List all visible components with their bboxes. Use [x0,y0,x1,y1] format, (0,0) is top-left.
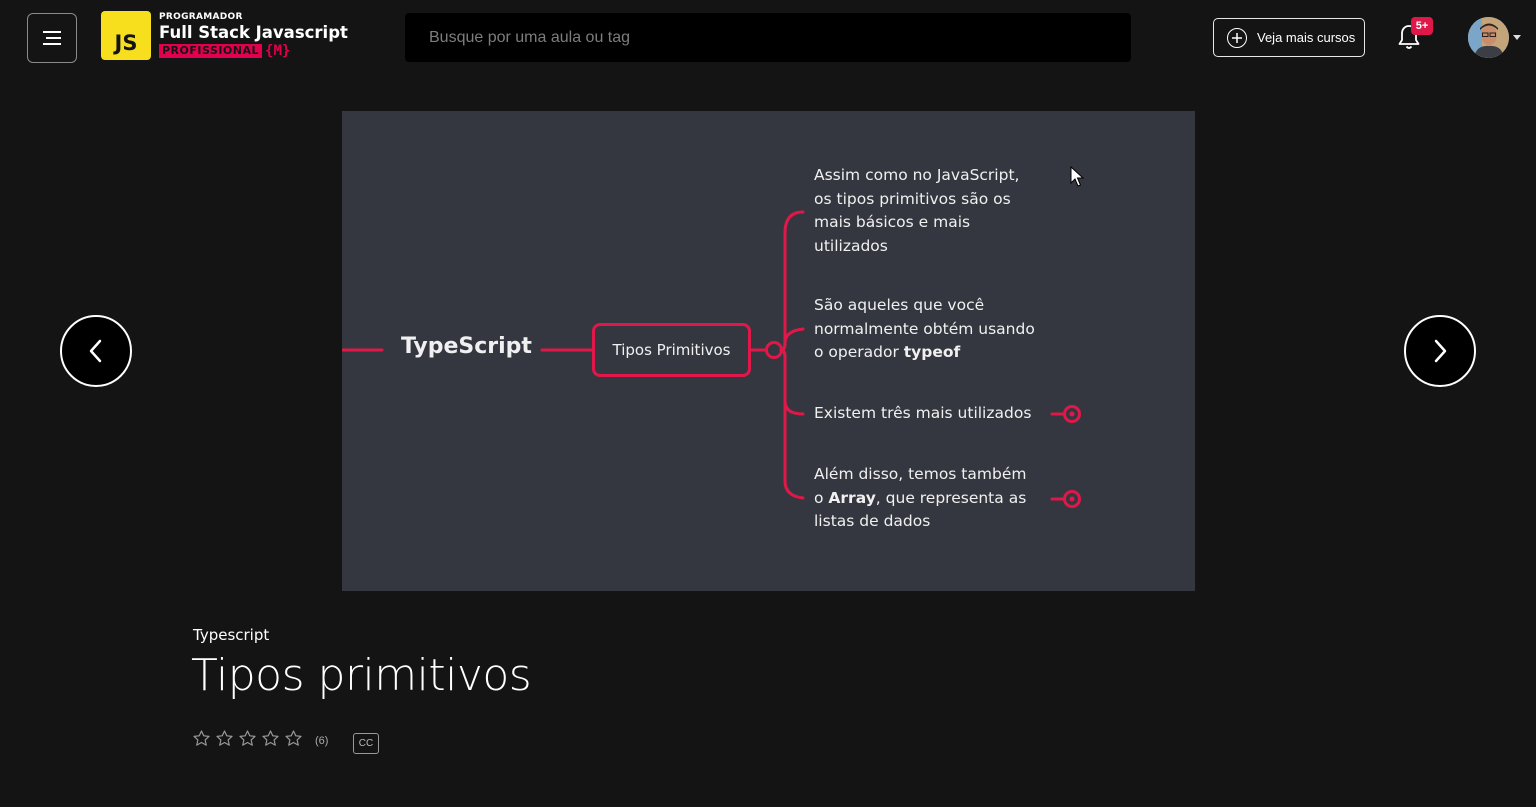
logo-top-line: PROGRAMADOR [159,12,243,22]
course-name[interactable]: Typescript [193,626,269,644]
logo-js-badge: JS [101,11,151,60]
slide-branch-4-prefix: o [814,488,829,507]
slide-branch-3: Existem três mais utilizados [814,402,1031,426]
slide-node-box: Tipos Primitivos [592,323,751,377]
slide-branch-2-prefix: o operador [814,343,904,361]
star-icon[interactable] [238,729,257,748]
hamburger-menu-icon [43,31,61,45]
chevron-left-icon [89,339,102,363]
slide-branch-2-line: o operador typeof [814,341,1035,365]
chevron-right-icon [1434,339,1447,363]
slide-node-label: Tipos Primitivos [612,341,731,359]
slide-branch-4-line: Além disso, temos também [814,465,1027,483]
video-player[interactable]: TypeScript Tipos Primitivos Assim como n… [342,111,1195,591]
plus-circle-icon [1227,27,1247,48]
slide-branch-1-line: Assim como no JavaScript, [814,166,1020,184]
chevron-down-icon[interactable] [1513,35,1521,40]
slide-branch-2: São aqueles que você normalmente obtém u… [814,294,1035,365]
slide-branch-2-bold: typeof [903,343,961,361]
star-rating[interactable] [192,729,303,748]
notification-badge: 5+ [1411,17,1433,35]
rating-count: (6) [315,735,329,747]
more-courses-label: Veja mais cursos [1257,30,1356,45]
slide-branch-4-line: o Array, que representa as [814,487,1026,511]
star-icon[interactable] [284,729,303,748]
search-input[interactable] [405,13,1131,62]
previous-lesson-button[interactable] [60,315,132,387]
mouse-cursor-icon [1070,166,1084,187]
logo-bottom-line: PROFISSIONAL [159,44,263,58]
slide-branch-1-line: mais básicos e mais [814,213,971,231]
next-lesson-button[interactable] [1404,315,1476,387]
site-logo[interactable]: JS PROGRAMADOR Full Stack Javascript PRO… [101,10,351,62]
slide-branch-4-line: listas de dados [814,512,931,530]
top-bar: JS PROGRAMADOR Full Stack Javascript PRO… [0,0,1536,76]
menu-button[interactable] [27,13,77,63]
slide-root-label: TypeScript [401,334,532,359]
lesson-title: Tipos primitivos [191,650,532,701]
slide-branch-4-bold: Array [828,488,876,507]
logo-brace: {M} [265,43,291,59]
slide-branch-1: Assim como no JavaScript, os tipos primi… [814,164,1019,258]
slide-branch-1-line: os tipos primitivos são os [814,189,1011,208]
captions-button[interactable]: CC [353,733,379,754]
star-icon[interactable] [192,729,211,748]
more-courses-button[interactable]: Veja mais cursos [1213,18,1365,57]
star-icon[interactable] [261,729,280,748]
slide-branch-4: Além disso, temos também o Array, que re… [814,463,1026,534]
slide-branch-4-suffix: , que representa as [875,488,1027,507]
star-icon[interactable] [215,729,234,748]
slide-branch-2-line: São aqueles que você [814,296,985,314]
avatar[interactable] [1468,17,1509,58]
slide-branch-1-line: utilizados [814,236,888,255]
logo-main-line: Full Stack Javascript [159,23,348,42]
slide-branch-3-line: Existem três mais utilizados [814,404,1032,422]
slide-branch-2-line: normalmente obtém usando [814,319,1035,338]
